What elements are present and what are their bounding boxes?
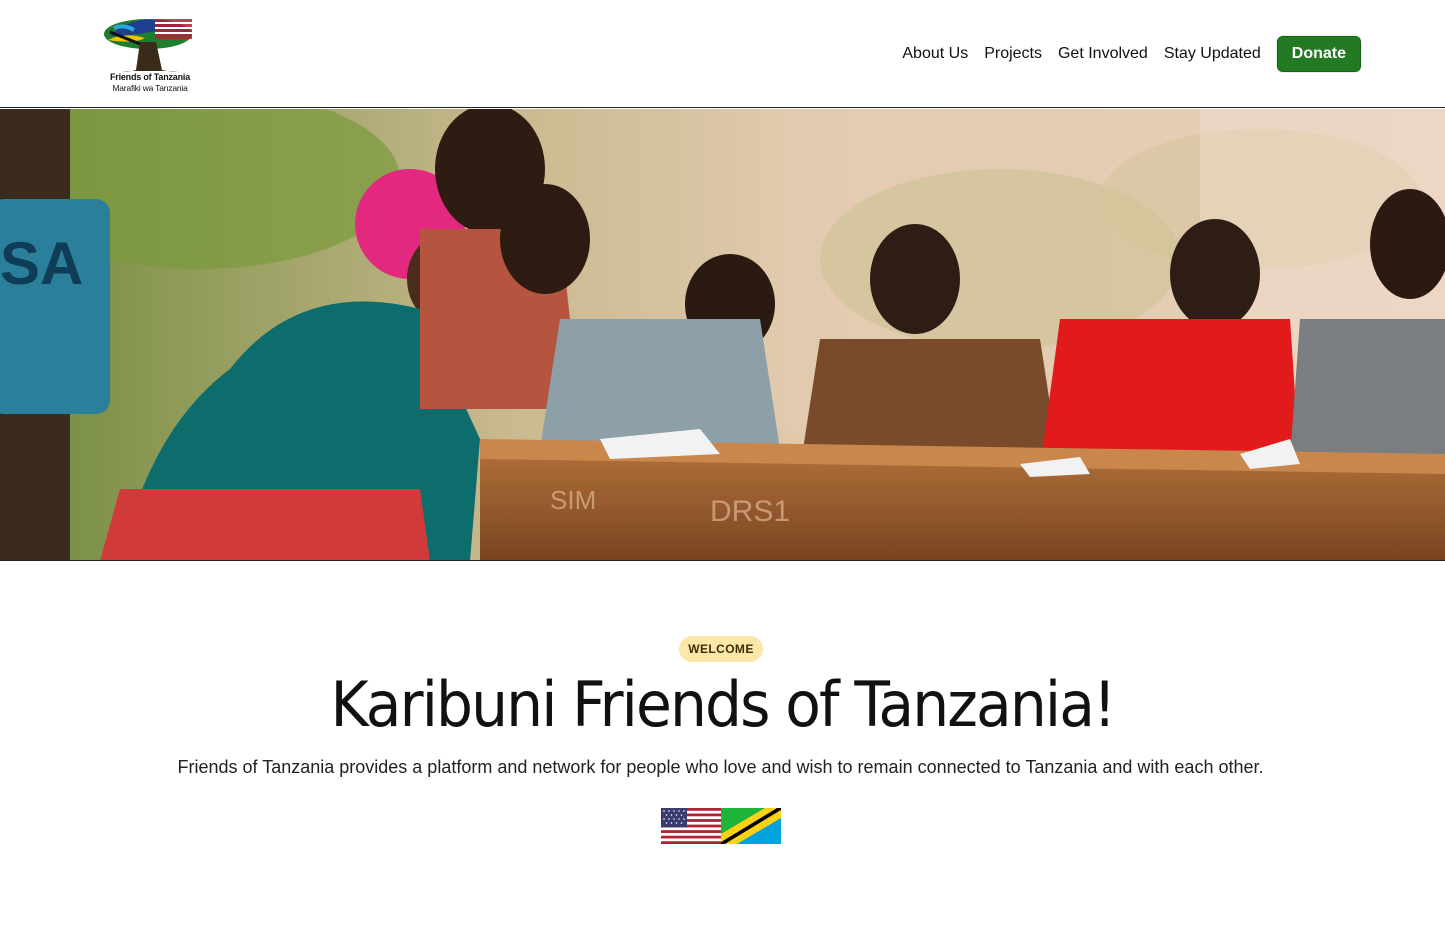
svg-text:SIM: SIM [550, 485, 596, 515]
hero-photo: SA DRS1 SIM [0, 109, 1445, 560]
page-subtitle: Friends of Tanzania provides a platform … [177, 757, 1264, 777]
tanzania-flag-icon [721, 808, 781, 844]
logo-title: Friends of Tanzania [109, 72, 191, 82]
nav-stay-updated[interactable]: Stay Updated [1164, 45, 1261, 63]
nav-get-involved[interactable]: Get Involved [1058, 45, 1148, 63]
us-flag-icon [661, 808, 721, 844]
page-title: Karibuni Friends of Tanzania! [330, 668, 1116, 741]
welcome-badge: WELCOME [679, 636, 763, 662]
donate-button[interactable]: Donate [1276, 36, 1361, 72]
nav-about-us[interactable]: About Us [902, 45, 968, 63]
nav-projects[interactable]: Projects [984, 45, 1042, 63]
site-logo[interactable]: Friends of Tanzania Marafiki wa Tanzania [100, 14, 200, 94]
svg-text:DRS1: DRS1 [710, 495, 790, 528]
logo-subtitle: Marafiki wa Tanzania [112, 83, 188, 93]
hero-image: SA DRS1 SIM [0, 109, 1445, 561]
flags [661, 808, 781, 844]
main-nav: About Us Projects Get Involved Stay Upda… [886, 36, 1361, 72]
baobab-tree-icon [104, 19, 192, 72]
site-header: Friends of Tanzania Marafiki wa Tanzania… [0, 0, 1445, 108]
svg-text:SA: SA [0, 230, 83, 297]
